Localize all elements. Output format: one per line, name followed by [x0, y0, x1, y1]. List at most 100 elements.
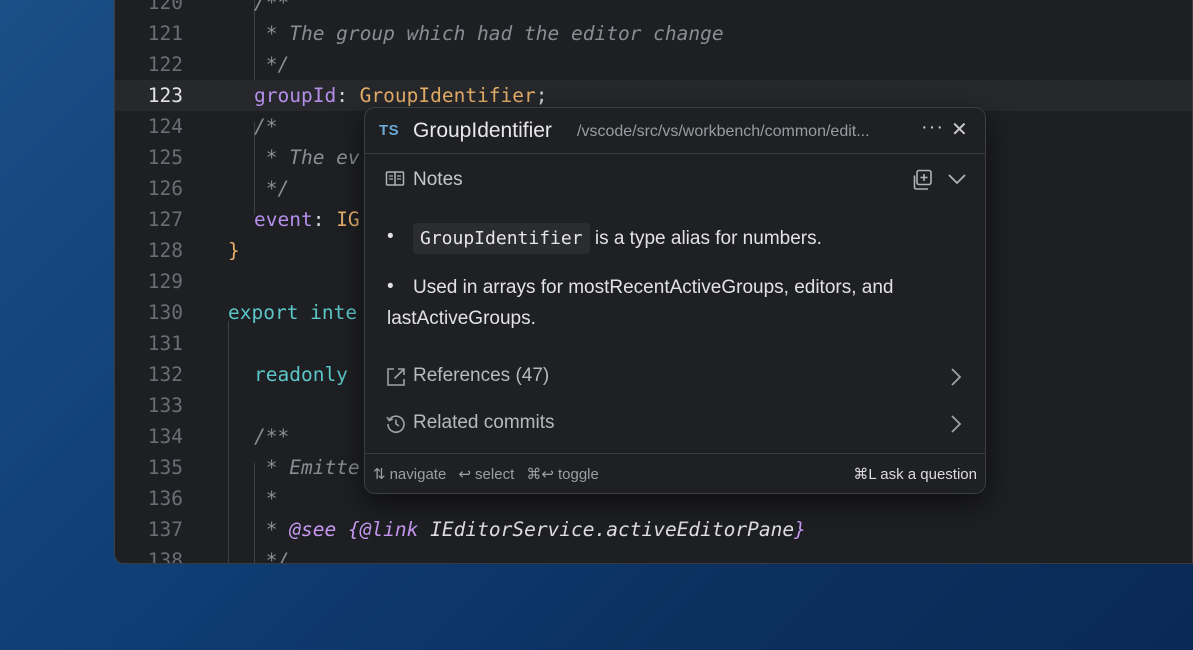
code-text: * The group which had the editor change — [254, 18, 724, 49]
code-text: */ — [254, 545, 290, 564]
code-line[interactable]: 137 * @see {@link IEditorService.activeE… — [115, 514, 1192, 545]
code-token: IEditorService.activeEditorPane — [430, 518, 795, 541]
code-token: * — [254, 487, 278, 510]
line-number: 126 — [147, 177, 183, 200]
bullet-icon: • — [387, 276, 394, 297]
line-number: 125 — [147, 146, 183, 169]
line-number: 133 — [147, 394, 183, 417]
chevron-right-icon — [951, 415, 962, 433]
code-token: * Emitte — [254, 456, 360, 479]
code-token: @see — [289, 518, 337, 541]
code-text: * @see {@link IEditorService.activeEdito… — [254, 514, 806, 545]
code-text: event: IG — [254, 204, 360, 235]
select-key: ↩ — [458, 466, 472, 483]
symbol-path[interactable]: /vscode/src/vs/workbench/common/edit... — [577, 123, 870, 141]
line-number: 121 — [147, 22, 183, 45]
bullet-icon: • — [387, 226, 394, 247]
code-text: */ — [254, 49, 290, 80]
navigate-key: ⇅ — [373, 466, 386, 483]
code-token: */ — [254, 53, 290, 76]
toggle-key: ⌘↩ — [526, 466, 554, 483]
typescript-icon: TS — [379, 122, 400, 139]
line-number: 135 — [147, 456, 183, 479]
code-token: } — [794, 518, 806, 541]
code-token: /** — [254, 425, 290, 448]
popup-footer: ⇅ navigate ↩ select ⌘↩ toggle ⌘L ask a ques… — [365, 453, 985, 493]
code-token: : — [312, 208, 337, 231]
code-token: */ — [254, 549, 290, 564]
code-text: * Emitte — [254, 452, 360, 483]
code-token: groupId — [254, 84, 337, 107]
code-text: readonly — [254, 359, 348, 390]
note-bullet-2-line1: Used in arrays for mostRecentActiveGroup… — [413, 277, 894, 298]
toggle-hint: toggle — [557, 466, 599, 483]
book-icon — [385, 171, 405, 186]
code-text: export inte — [228, 297, 357, 328]
references-row[interactable]: References (47) — [365, 362, 985, 396]
code-token: } — [228, 239, 240, 262]
line-number: 132 — [147, 363, 183, 386]
select-hint: select — [475, 466, 515, 483]
notes-section-header[interactable]: Notes — [365, 166, 985, 196]
ask-question-button[interactable]: ⌘L ask a question — [853, 465, 977, 483]
line-number: 137 — [147, 518, 183, 541]
chevron-down-icon[interactable] — [946, 168, 968, 190]
code-token: /** — [254, 0, 290, 14]
code-text: /** — [254, 0, 289, 18]
code-token: * The group which had the editor change — [254, 22, 724, 45]
code-line[interactable]: 120 /** — [115, 0, 1192, 18]
popup-header: TS GroupIdentifier /vscode/src/vs/workbe… — [365, 108, 985, 154]
note-text: is a type alias for numbers. — [589, 228, 822, 249]
close-icon[interactable]: ✕ — [951, 117, 968, 142]
code-line[interactable]: 138 */ — [115, 545, 1192, 564]
line-number: 123 — [147, 84, 183, 107]
code-text: */ — [254, 173, 290, 204]
external-link-icon — [387, 368, 405, 386]
related-commits-label: Related commits — [413, 412, 555, 433]
line-number: 129 — [147, 270, 183, 293]
notes-label: Notes — [413, 169, 463, 190]
line-number: 120 — [147, 0, 183, 14]
code-line[interactable]: 121 * The group which had the editor cha… — [115, 18, 1192, 49]
symbol-title: GroupIdentifier — [413, 119, 552, 142]
code-token: : — [336, 84, 360, 107]
note-bullet-2-line2: lastActiveGroups. — [387, 308, 536, 329]
code-token: /* — [254, 115, 278, 138]
code-token: export inte — [228, 301, 358, 324]
code-token: */ — [254, 177, 290, 200]
line-number: 127 — [147, 208, 183, 231]
copy-icon[interactable] — [910, 168, 934, 192]
chevron-right-icon — [951, 368, 962, 386]
hover-popup: TS GroupIdentifier /vscode/src/vs/workbe… — [364, 107, 986, 494]
code-text: /* — [254, 111, 277, 142]
code-text: } — [228, 235, 240, 266]
code-token: ; — [535, 84, 548, 107]
code-token: * — [254, 518, 290, 541]
code-text: /** — [254, 421, 289, 452]
code-token: {@link — [347, 518, 419, 541]
line-number: 122 — [147, 53, 183, 76]
code-line[interactable]: 122 */ — [115, 49, 1192, 80]
inline-code: GroupIdentifier — [413, 223, 590, 254]
ellipsis-icon[interactable]: ··· — [921, 116, 944, 139]
line-number: 134 — [147, 425, 183, 448]
code-token: event — [254, 208, 313, 231]
code-token: readonly — [254, 363, 348, 386]
line-number: 138 — [147, 549, 183, 564]
note-bullet-1: GroupIdentifier is a type alias for numb… — [413, 223, 822, 254]
line-number: 130 — [147, 301, 183, 324]
history-icon — [386, 415, 405, 433]
keyboard-hints: ⇅ navigate ↩ select ⌘↩ toggle — [373, 465, 607, 483]
related-commits-row[interactable]: Related commits — [365, 409, 985, 443]
code-token: GroupIdentifier — [359, 84, 536, 107]
navigate-hint: navigate — [389, 466, 447, 483]
code-text: * — [254, 483, 278, 514]
code-text: * The ev — [254, 142, 360, 173]
code-token: * The ev — [254, 146, 360, 169]
line-number: 124 — [147, 115, 183, 138]
references-label: References (47) — [413, 365, 550, 386]
line-number: 131 — [147, 332, 183, 355]
line-number: 136 — [147, 487, 183, 510]
